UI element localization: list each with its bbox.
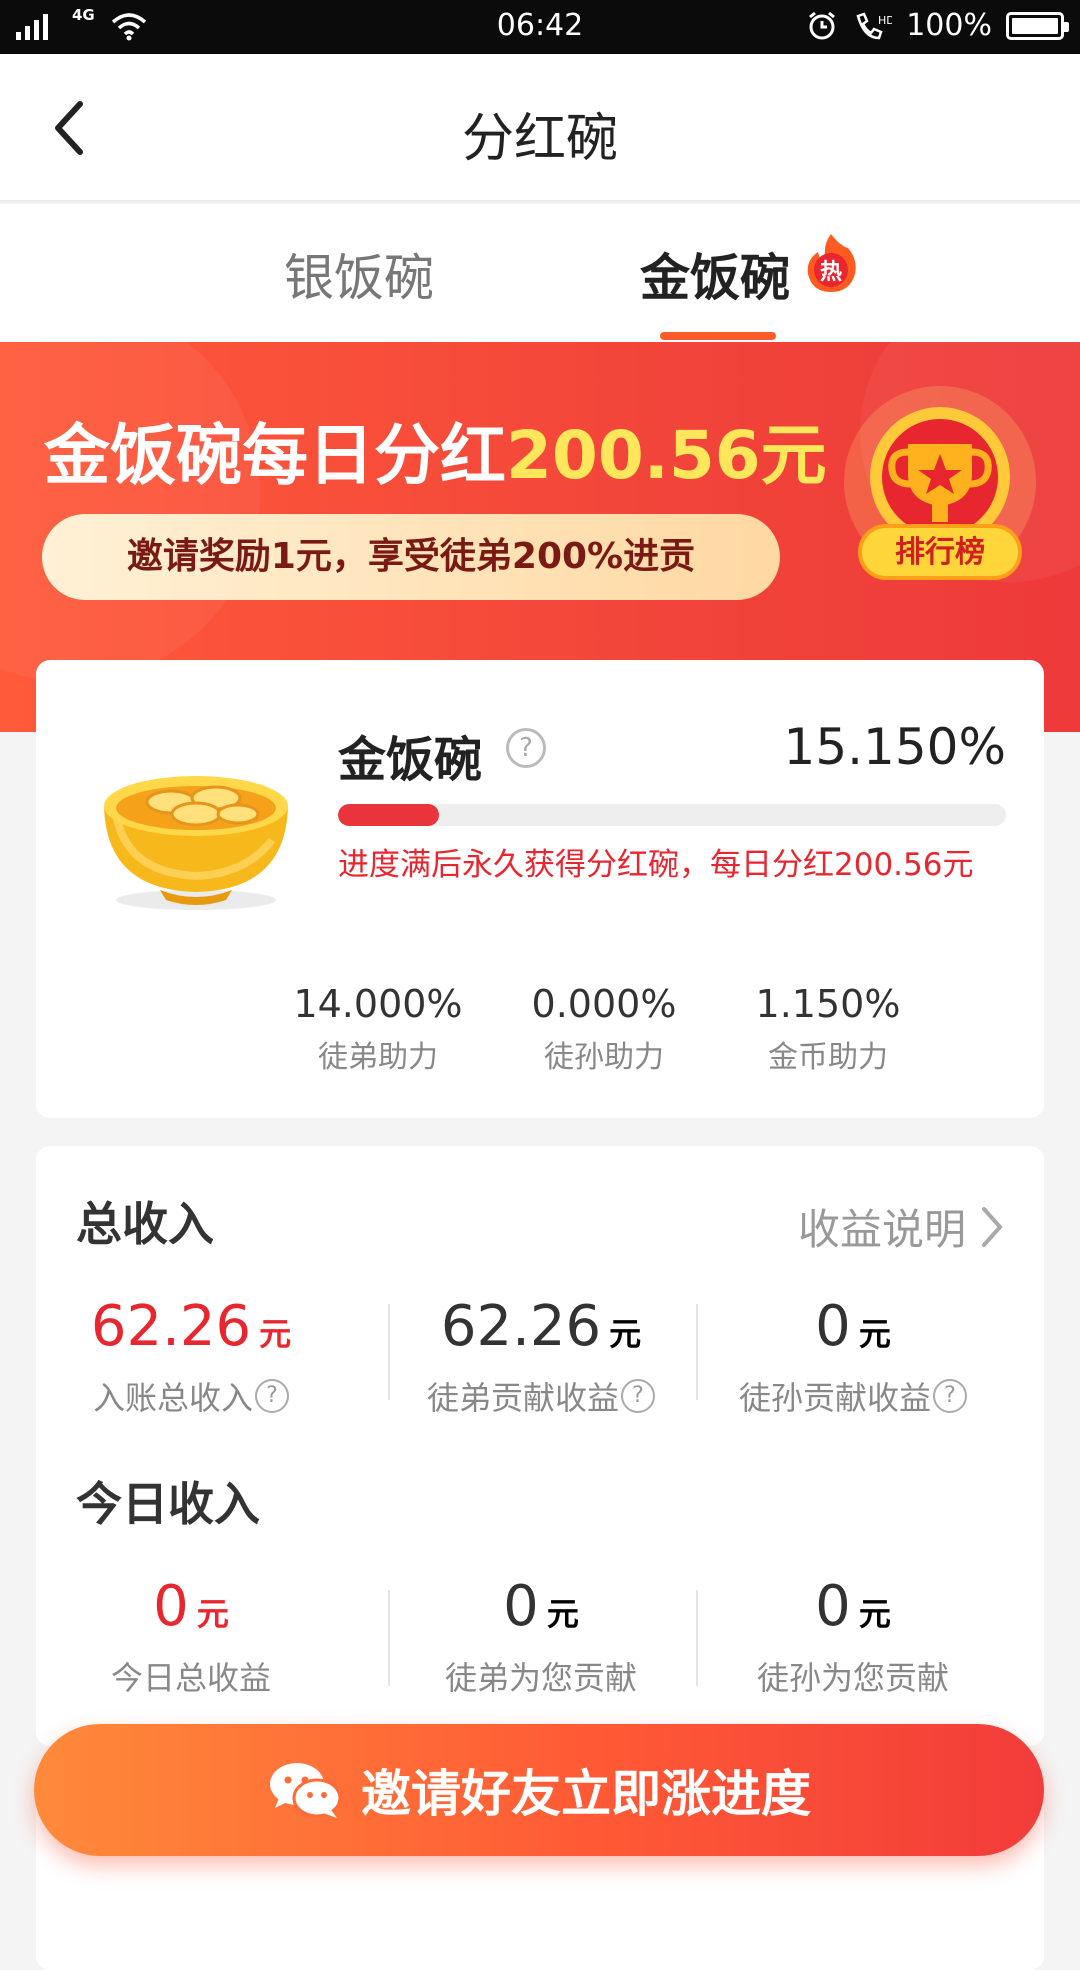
- income-label: 今日总收益: [110, 1659, 271, 1697]
- income-value: 0: [815, 1294, 851, 1359]
- assist-value: 14.000%: [293, 982, 463, 1026]
- active-tab-indicator: [660, 332, 776, 340]
- svg-text:HD: HD: [878, 14, 892, 27]
- income-unit: 元: [609, 1315, 642, 1353]
- tab-gold-bowl[interactable]: 金饭碗: [640, 238, 790, 310]
- income-label: 徒孙为您贡献: [756, 1659, 949, 1697]
- income-unit: 元: [546, 1595, 579, 1633]
- tab-bar: 银饭碗 金饭碗 热: [0, 204, 1080, 342]
- assist-label: 金币助力: [768, 1040, 888, 1075]
- banner-title-prefix: 金饭碗每日分红: [44, 417, 506, 494]
- income-unit: 元: [858, 1315, 891, 1353]
- status-right: HD 100%: [806, 8, 1069, 43]
- banner-title: 金饭碗每日分红200.56元: [44, 402, 827, 498]
- help-icon[interactable]: ?: [621, 1379, 655, 1413]
- income-value: 62.26: [440, 1294, 602, 1359]
- income-grand-col: 0元 徒孙贡献收益?: [698, 1294, 1008, 1419]
- income-unit: 元: [196, 1595, 229, 1633]
- gold-bowl-name: 金饭碗: [338, 732, 483, 788]
- income-apprentice-col: 62.26 元 徒弟贡献收益?: [386, 1294, 696, 1419]
- assist-coin: 1.150% 金币助力: [718, 982, 938, 1076]
- income-value: 0: [153, 1574, 189, 1639]
- ranking-trophy-button[interactable]: 排行榜: [830, 382, 1050, 602]
- invite-friends-button[interactable]: 邀请好友立即涨进度: [34, 1724, 1044, 1856]
- income-unit: 元: [858, 1595, 891, 1633]
- wechat-icon: [270, 1763, 342, 1818]
- assist-grand-apprentice: 0.000% 徒孙助力: [494, 982, 714, 1076]
- income-value: 0: [815, 1574, 851, 1639]
- gold-bowl-progress: [338, 804, 1006, 826]
- help-icon[interactable]: ?: [933, 1379, 967, 1413]
- invite-button-label: 邀请好友立即涨进度: [361, 1765, 811, 1823]
- ranking-label: 排行榜: [895, 535, 985, 570]
- svg-text:热: 热: [820, 259, 842, 285]
- progress-note: 进度满后永久获得分红碗，每日分红200.56元: [338, 847, 974, 883]
- income-explain-label: 收益说明: [797, 1205, 966, 1254]
- total-income-title: 总收入: [76, 1197, 214, 1251]
- income-unit: 元: [259, 1315, 292, 1353]
- nav-bar: 分红碗: [0, 54, 1080, 202]
- battery-percent: 100%: [906, 8, 992, 43]
- hd-call-icon: HD: [856, 11, 892, 39]
- income-label: 徒孙贡献收益: [738, 1379, 931, 1417]
- today-total-col: 0元 今日总收益: [36, 1574, 346, 1699]
- assist-apprentice: 14.000% 徒弟助力: [268, 982, 488, 1076]
- today-income-title: 今日收入: [76, 1477, 260, 1531]
- income-label: 徒弟为您贡献: [444, 1659, 637, 1697]
- help-icon[interactable]: ?: [255, 1379, 289, 1413]
- gold-bowl-card: 金饭碗 ? 15.150% 进度满后永久获得分红碗，每日分红200.56元 14…: [36, 660, 1044, 1118]
- income-value: 0: [503, 1574, 539, 1639]
- banner-amount: 200.56元: [506, 417, 827, 494]
- assist-label: 徒孙助力: [544, 1040, 664, 1075]
- today-grand-col: 0元 徒孙为您贡献: [698, 1574, 1008, 1699]
- progress-fill: [338, 804, 440, 826]
- gold-bowl-percent: 15.150%: [783, 718, 1006, 776]
- status-bar: 4G 06:42 HD 100%: [0, 0, 1080, 54]
- assist-value: 1.150%: [755, 982, 901, 1026]
- assist-value: 0.000%: [531, 982, 677, 1026]
- gold-bowl-icon: [104, 776, 288, 910]
- today-apprentice-col: 0元 徒弟为您贡献: [386, 1574, 696, 1699]
- page-title: 分红碗: [461, 109, 618, 169]
- income-label: 入账总收入: [92, 1379, 253, 1417]
- battery-icon: [1006, 11, 1069, 40]
- income-value: 62.26: [90, 1294, 252, 1359]
- income-explain-link[interactable]: 收益说明: [798, 1196, 1004, 1257]
- alarm-icon: [809, 11, 836, 39]
- income-label: 徒弟贡献收益: [426, 1379, 619, 1417]
- banner-decor: [0, 342, 260, 682]
- income-card: 总收入 收益说明 62.26 元 入账总收入? 62.26 元 徒弟贡献收益? 0元…: [36, 1146, 1044, 1746]
- chevron-right-icon: [982, 1206, 1003, 1247]
- hot-flame-badge: 热: [807, 234, 856, 292]
- tab-silver-bowl[interactable]: 银饭碗: [284, 238, 434, 310]
- invite-reward-pill[interactable]: 邀请奖励1元，享受徒弟200%进贡: [42, 514, 780, 600]
- help-icon[interactable]: ?: [506, 728, 546, 768]
- income-total-col: 62.26 元 入账总收入?: [36, 1294, 346, 1419]
- assist-label: 徒弟助力: [318, 1040, 438, 1075]
